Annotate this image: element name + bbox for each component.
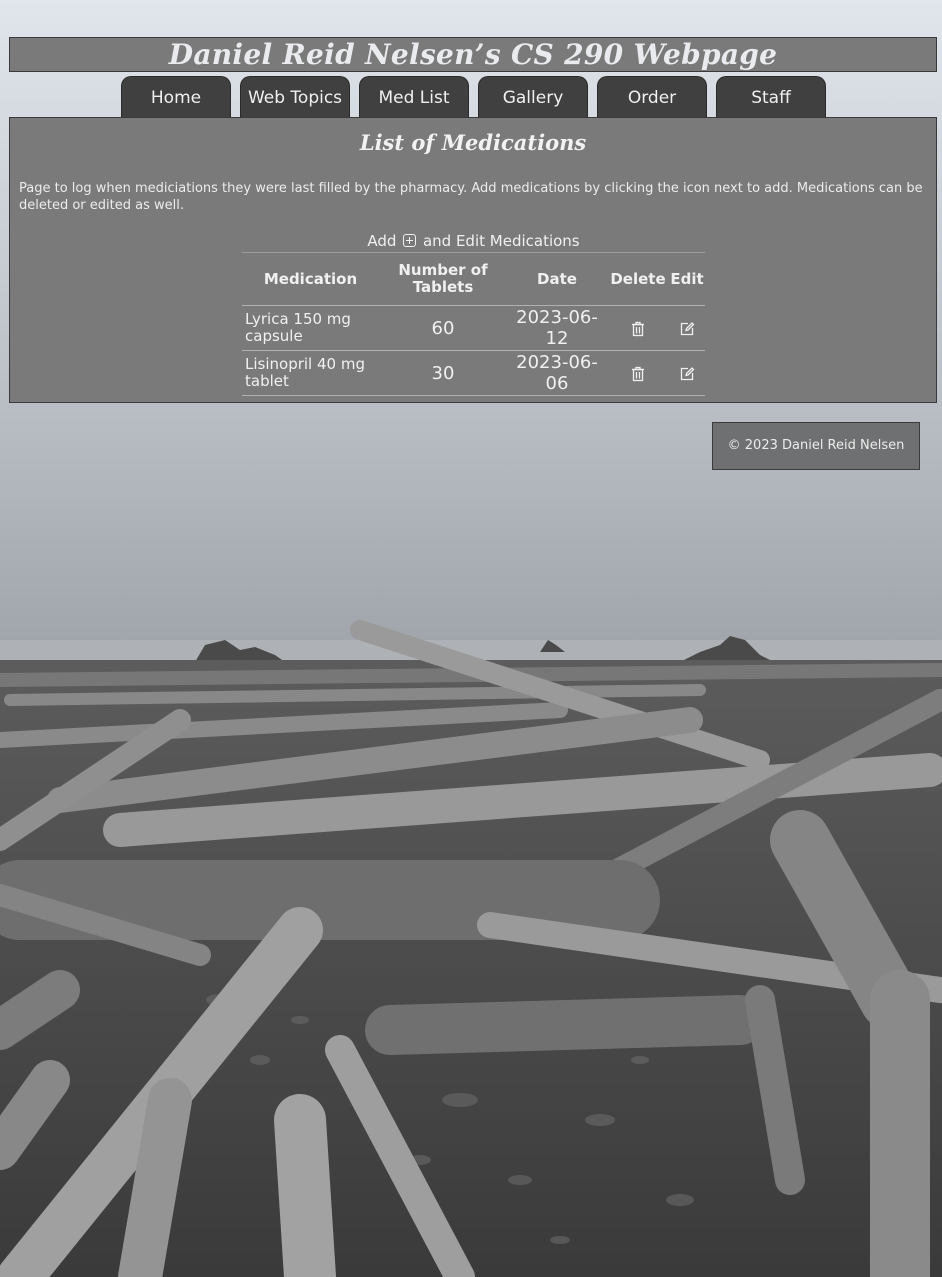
col-header-date: Date <box>507 253 607 306</box>
edit-icon[interactable] <box>679 321 695 337</box>
main-content: List of Medications Page to log when med… <box>9 117 937 403</box>
edit-cell <box>669 350 705 396</box>
main-nav: Home Web Topics Med List Gallery Order S… <box>121 76 841 118</box>
table-row: Lisinopril 40 mg tablet 30 2023-06-06 <box>242 350 705 396</box>
tablet-count: 30 <box>379 350 507 396</box>
table-header-row: Medication Number of Tablets Date Delete… <box>242 253 705 306</box>
medications-table-section: Add and Edit Medications Medication Numb… <box>242 232 705 396</box>
fill-date: 2023-06-06 <box>507 350 607 396</box>
table-caption: Add and Edit Medications <box>242 232 705 253</box>
nav-tab-med-list[interactable]: Med List <box>359 76 469 117</box>
medications-table: Medication Number of Tablets Date Delete… <box>242 253 705 396</box>
nav-tab-order[interactable]: Order <box>597 76 707 117</box>
nav-tab-gallery[interactable]: Gallery <box>478 76 588 117</box>
edit-icon[interactable] <box>679 366 695 382</box>
col-header-edit: Edit <box>669 253 705 306</box>
fill-date: 2023-06-12 <box>507 305 607 351</box>
caption-edit-text: and Edit Medications <box>422 232 580 250</box>
table-row: Lyrica 150 mg capsule 60 2023-06-12 <box>242 305 705 351</box>
col-header-delete: Delete <box>607 253 669 306</box>
nav-tab-web-topics[interactable]: Web Topics <box>240 76 350 117</box>
trash-icon[interactable] <box>630 321 646 337</box>
col-header-tablets: Number of Tablets <box>379 253 507 306</box>
nav-tab-home[interactable]: Home <box>121 76 231 117</box>
site-footer: © 2023 Daniel Reid Nelsen <box>712 422 920 470</box>
caption-add-text: Add <box>367 232 397 250</box>
delete-cell <box>607 350 669 396</box>
col-header-medication: Medication <box>242 253 379 306</box>
medication-name: Lisinopril 40 mg tablet <box>242 350 379 396</box>
add-medication-icon[interactable] <box>403 234 417 247</box>
site-header: Daniel Reid Nelsen’s CS 290 Webpage <box>9 37 937 72</box>
trash-icon[interactable] <box>630 366 646 382</box>
page-heading: List of Medications <box>359 130 587 155</box>
tablet-count: 60 <box>379 305 507 351</box>
nav-tab-staff[interactable]: Staff <box>716 76 826 117</box>
copyright-text: © 2023 Daniel Reid Nelsen <box>727 438 905 453</box>
medication-name: Lyrica 150 mg capsule <box>242 305 379 351</box>
page-description: Page to log when mediciations they were … <box>19 181 923 213</box>
site-title: Daniel Reid Nelsen’s CS 290 Webpage <box>168 38 778 71</box>
delete-cell <box>607 305 669 351</box>
col-header-tablets-text: Number of Tablets <box>398 261 488 296</box>
edit-cell <box>669 305 705 351</box>
